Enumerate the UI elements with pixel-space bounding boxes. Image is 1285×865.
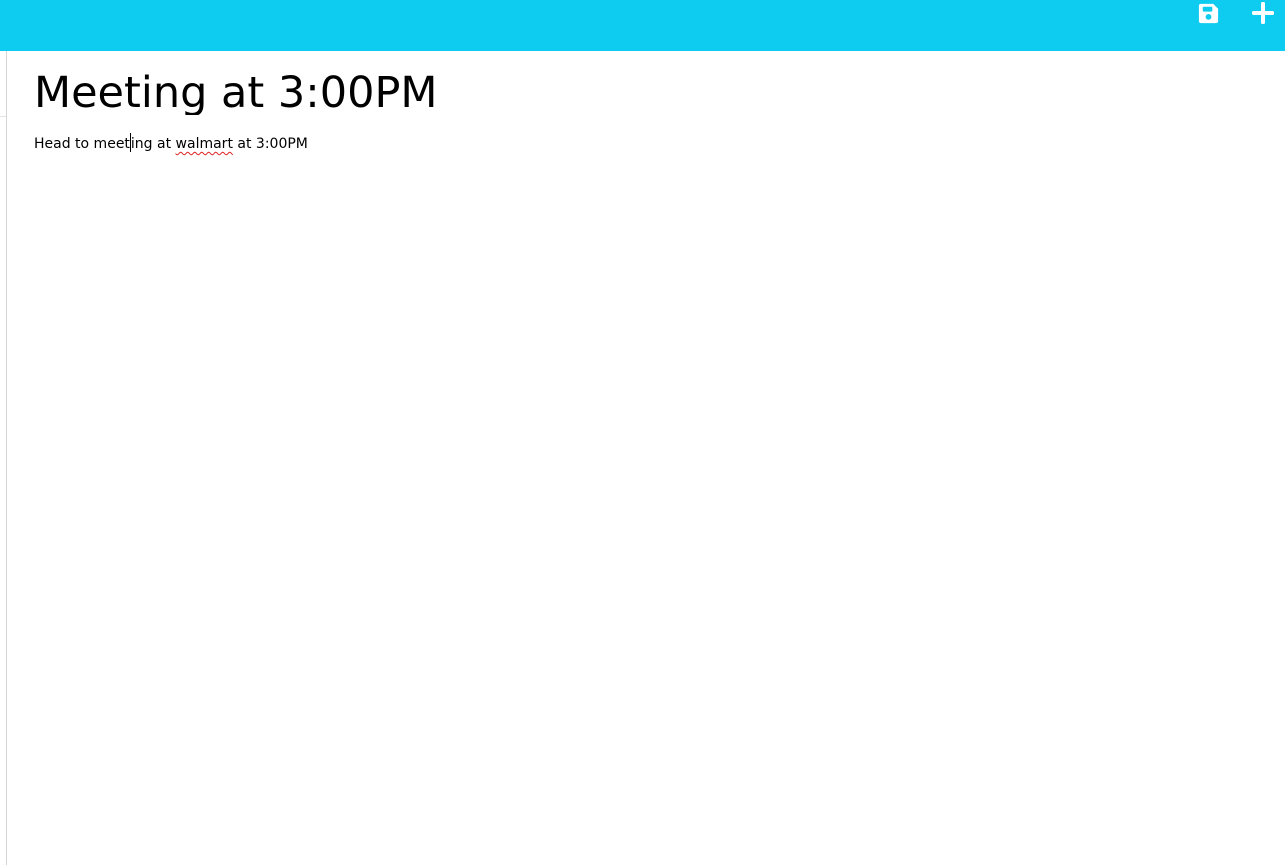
floppy-disk-icon <box>1198 3 1218 23</box>
note-body-text-part-3: at 3:00PM <box>232 136 308 152</box>
misspelled-word[interactable]: walmart <box>176 136 233 152</box>
note-body-text-part-1: Head to meet <box>34 136 130 152</box>
add-note-button[interactable] <box>1250 0 1276 26</box>
note-content: Meeting at 3:00PM Head to meeting at wal… <box>34 51 1264 154</box>
note-body-editor[interactable]: Head to meeting at walmart at 3:00PM <box>34 133 1264 154</box>
save-button[interactable] <box>1195 0 1221 26</box>
note-editor-app: Meeting at 3:00PM Head to meeting at wal… <box>0 0 1285 865</box>
note-body-text-part-2: ing at <box>130 136 176 152</box>
top-toolbar <box>0 0 1285 51</box>
left-divider-notch <box>0 116 6 117</box>
note-title[interactable]: Meeting at 3:00PM <box>34 51 1264 115</box>
left-divider <box>6 51 7 865</box>
plus-icon <box>1252 2 1274 24</box>
